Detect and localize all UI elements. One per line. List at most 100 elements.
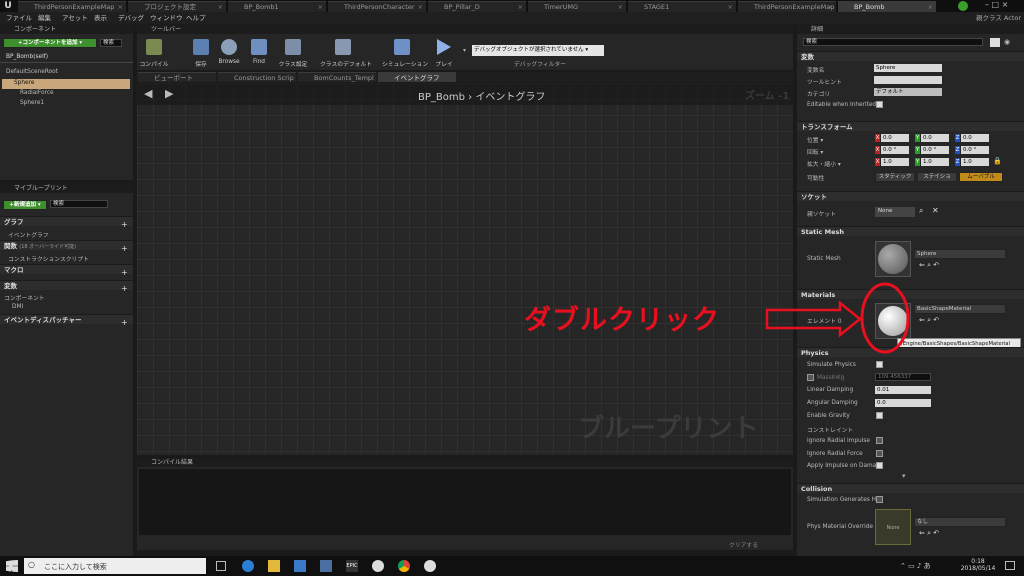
tab-project-settings[interactable]: プロジェクト設定 × (128, 1, 226, 12)
source-control-icon[interactable] (958, 1, 968, 11)
section-variables[interactable]: 変数 (0, 280, 133, 290)
simulation-button[interactable]: シミュレーション (382, 37, 428, 69)
search-icon[interactable]: ⌕ (919, 206, 923, 216)
add-variable-icon[interactable]: + (121, 284, 128, 293)
task-view-icon[interactable] (216, 561, 226, 571)
taskbar-search-box[interactable]: ○ ここに入力して検索 (24, 558, 206, 574)
menu-file[interactable]: ファイル (6, 12, 32, 24)
component-search-input[interactable]: 検索 (100, 39, 122, 47)
menu-window[interactable]: ウィンドウ (150, 12, 183, 24)
static-mesh-thumbnail[interactable] (875, 241, 911, 277)
add-graph-icon[interactable]: + (121, 220, 128, 229)
add-component-button[interactable]: +コンポーネントを追加 ▾ (3, 38, 97, 48)
add-new-button[interactable]: +新規追加 ▾ (3, 200, 47, 210)
section-functions[interactable]: 関数 (18 オーバーライド可能) (0, 240, 133, 250)
back-arrow-icon[interactable]: ◀ (144, 87, 152, 100)
editable-inherited-checkbox[interactable] (876, 101, 883, 108)
category-select[interactable]: デフォルト (874, 88, 942, 96)
close-icon[interactable]: × (728, 2, 733, 12)
close-icon[interactable]: × (618, 2, 623, 12)
find-button[interactable]: Find (244, 37, 274, 69)
scale-y-input[interactable]: 1.0 (921, 158, 949, 166)
location-label[interactable]: 位置 ▾ (807, 135, 823, 144)
component-sphere1[interactable]: Sphere1 (20, 100, 44, 106)
tab-stage1[interactable]: STAGE1 × (628, 1, 736, 12)
mobility-static-button[interactable]: スタティック (875, 172, 915, 182)
item-components[interactable]: コンポーネント (4, 293, 45, 302)
save-button[interactable]: 保存 (186, 37, 216, 69)
angular-damping-input[interactable]: 0.0 (875, 399, 931, 407)
tab-construction-script[interactable]: Construction Scrip (218, 72, 296, 82)
tooltip-input[interactable] (874, 76, 942, 84)
rotation-label[interactable]: 回転 ▾ (807, 147, 823, 156)
component-default-scene-root[interactable]: DefaultSceneRoot (6, 69, 58, 75)
use-selected-icon[interactable]: ⇐ ⌕ ↶ (919, 261, 939, 270)
unreal-icon[interactable] (372, 560, 384, 572)
add-dispatcher-icon[interactable]: + (121, 318, 128, 327)
variable-name-input[interactable]: Sphere (874, 64, 942, 72)
constraint-label[interactable]: コンストレイント (807, 425, 853, 434)
rotation-z-input[interactable]: 0.0 ° (961, 146, 989, 154)
mobility-stationary-button[interactable]: ステイショ (917, 172, 957, 182)
phys-material-select[interactable]: なし (914, 517, 1006, 527)
item-event-graph[interactable]: イベントグラフ (8, 230, 49, 239)
rotation-y-input[interactable]: 0.0 ° (921, 146, 949, 154)
component-sphere[interactable]: Sphere (14, 80, 34, 86)
eye-icon[interactable]: ◉ (1004, 38, 1010, 46)
forward-arrow-icon[interactable]: ▶ (165, 87, 173, 100)
menu-debug[interactable]: デバッグ (118, 12, 144, 24)
lock-scale-icon[interactable]: 🔒 (993, 157, 1002, 165)
tab-third-person-map[interactable]: ThirdPersonExampleMap × (18, 1, 126, 12)
scale-x-input[interactable]: 1.0 (881, 158, 909, 166)
phys-material-thumbnail[interactable]: None (875, 509, 911, 545)
menu-asset[interactable]: アセット (62, 12, 88, 24)
play-button[interactable]: プレイ (429, 37, 459, 69)
menu-view[interactable]: 表示 (94, 12, 107, 24)
close-icon[interactable]: × (318, 2, 323, 12)
class-settings-button[interactable]: クラス設定 (278, 37, 308, 69)
location-y-input[interactable]: 0.0 (921, 134, 949, 142)
tab-viewport[interactable]: ビューポート (138, 72, 216, 82)
component-self[interactable]: BP_Bomb(self) (6, 54, 48, 60)
chrome-icon[interactable] (398, 560, 410, 572)
clear-button[interactable]: クリアする (729, 540, 758, 549)
tab-third-person-character[interactable]: ThirdPersonCharacter × (328, 1, 426, 12)
tab-timer-umg[interactable]: TimerUMG × (528, 1, 626, 12)
scale-z-input[interactable]: 1.0 (961, 158, 989, 166)
close-icon[interactable]: × (418, 2, 423, 12)
tab-bp-pillar[interactable]: BP_Pillar_D × (428, 1, 526, 12)
close-icon[interactable]: × (218, 2, 223, 12)
menu-help[interactable]: ヘルプ (186, 12, 206, 24)
apply-impulse-checkbox[interactable] (876, 462, 883, 469)
browse-button[interactable]: Browse (214, 37, 244, 69)
notification-icon[interactable] (1005, 561, 1015, 570)
mail-icon[interactable] (320, 560, 332, 572)
play-options-chevron-icon[interactable]: ▾ (463, 47, 466, 54)
section-socket[interactable]: ソケット (797, 191, 1024, 201)
details-search-input[interactable]: 検索 (803, 38, 983, 46)
static-mesh-select[interactable]: Sphere (914, 249, 1006, 259)
ignore-radial-impulse-checkbox[interactable] (876, 437, 883, 444)
mobility-movable-button[interactable]: ムーバブル (959, 172, 1003, 182)
simulate-physics-checkbox[interactable] (876, 361, 883, 368)
windows-start-icon[interactable] (6, 560, 18, 572)
phys-material-actions-icon[interactable]: ⇐ ⌕ ↶ (919, 529, 939, 538)
scale-label[interactable]: 拡大・縮小 ▾ (807, 159, 841, 168)
item-dmi[interactable]: DMI (12, 304, 23, 310)
menu-edit[interactable]: 編集 (38, 12, 51, 24)
explorer-icon[interactable] (268, 560, 280, 572)
linear-damping-input[interactable]: 0.01 (875, 386, 931, 394)
item-construction-script[interactable]: コンストラクションスクリプト (8, 254, 89, 263)
property-matrix-icon[interactable] (990, 38, 1000, 47)
edge-icon[interactable] (242, 560, 254, 572)
tab-bp-bomb1[interactable]: BP_Bomb1 × (228, 1, 326, 12)
class-defaults-button[interactable]: クラスのデフォルト (320, 37, 372, 69)
section-macros[interactable]: マクロ (0, 264, 133, 274)
section-transform[interactable]: トランスフォーム (797, 121, 1024, 131)
mass-override-checkbox[interactable] (807, 374, 814, 381)
section-static-mesh[interactable]: Static Mesh (797, 226, 1024, 236)
add-macro-icon[interactable]: + (121, 268, 128, 277)
tab-bomcounts[interactable]: BomCounts_Templ (298, 72, 376, 82)
section-variable[interactable]: 変数 (797, 51, 1024, 61)
tab-event-graph[interactable]: イベントグラフ (378, 72, 456, 82)
